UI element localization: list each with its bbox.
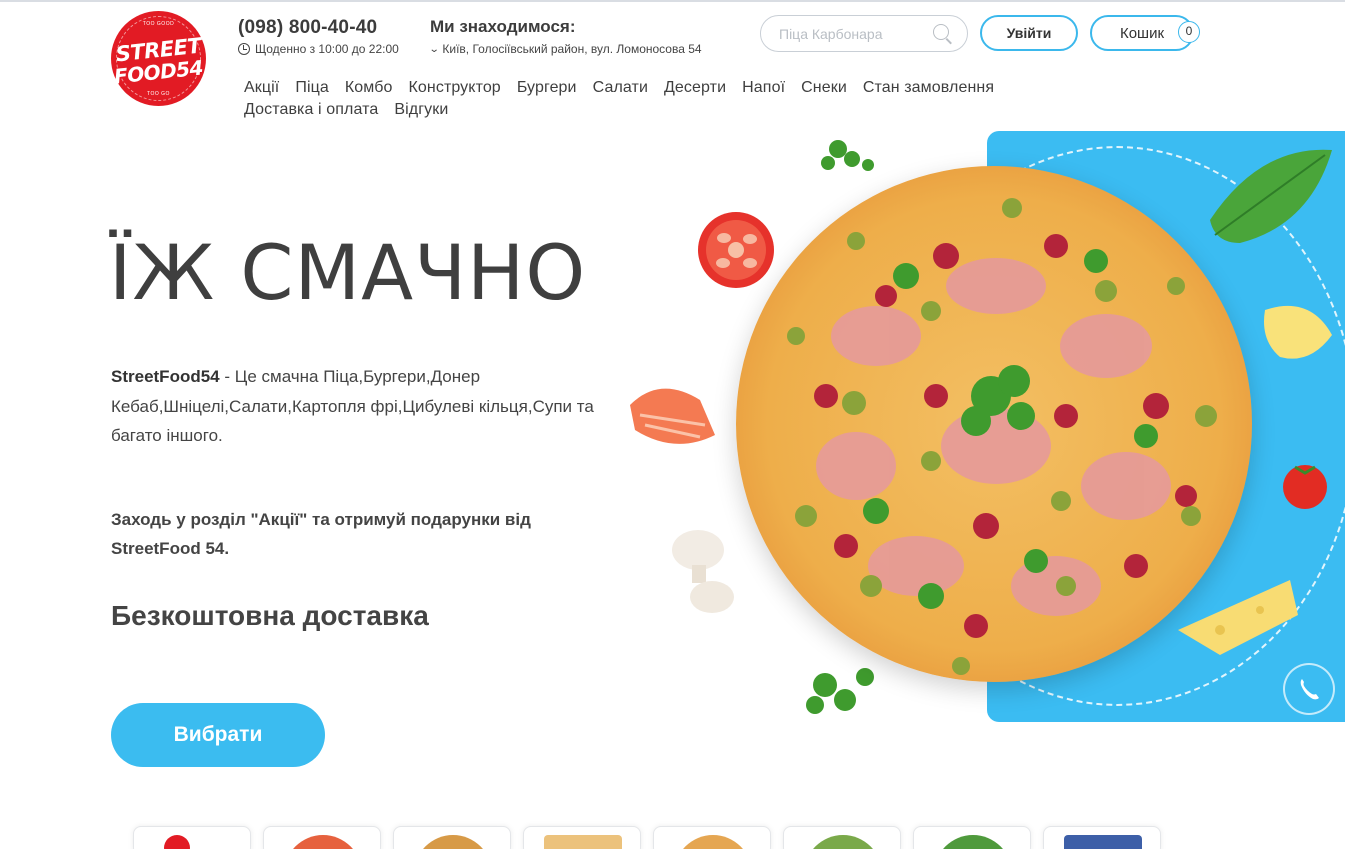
category-thumb: [544, 835, 622, 849]
salmon-image: [630, 388, 715, 444]
brand-logo[interactable]: TOO GOOD STREET FOOD54 TOO GO: [111, 11, 206, 106]
hero-promo-text: Заходь у розділ "Акції" та отримуй подар…: [111, 510, 531, 558]
main-nav: Акції Піца Комбо Конструктор Бургери Сал…: [244, 78, 1144, 119]
location-address[interactable]: ⌄ Київ, Голосіївський район, вул. Ломоно…: [428, 42, 702, 56]
nav-item-combo[interactable]: Комбо: [345, 78, 393, 97]
nav-item-drinks[interactable]: Напої: [742, 78, 785, 97]
category-thumb: [164, 835, 190, 849]
nav-item-delivery-payment[interactable]: Доставка і оплата: [244, 100, 378, 119]
clock-icon: [238, 43, 250, 55]
category-card-drinks[interactable]: [1043, 826, 1161, 849]
search-input[interactable]: [779, 24, 929, 44]
free-delivery-heading: Безкоштовна доставка: [111, 600, 429, 631]
category-thumb: [934, 835, 1012, 849]
category-card-desserts[interactable]: [913, 826, 1031, 849]
nav-item-constructor[interactable]: Конструктор: [408, 78, 500, 97]
category-thumb: [1064, 835, 1142, 849]
working-hours-text: Щоденно з 10:00 до 22:00: [255, 42, 399, 56]
category-card-combo[interactable]: [393, 826, 511, 849]
search-icon[interactable]: [933, 24, 949, 40]
phone-icon: [1300, 679, 1319, 700]
phone-number[interactable]: (098) 800-40-40: [238, 17, 377, 39]
cart-count-badge: 0: [1178, 21, 1200, 43]
mushroom-image: [672, 530, 734, 613]
location-address-text: Київ, Голосіївський район, вул. Ломоносо…: [442, 42, 702, 56]
nav-item-desserts[interactable]: Десерти: [664, 78, 726, 97]
hero-description: StreetFood54 - Це смачна Піца,Бургери,До…: [111, 362, 621, 451]
hero-brand-name: StreetFood54: [111, 367, 220, 386]
category-card-promotions[interactable]: [133, 826, 251, 849]
category-card-constructor[interactable]: [523, 826, 641, 849]
pizza-image: [736, 166, 1252, 682]
choose-button[interactable]: Вибрати: [111, 703, 325, 767]
nav-item-reviews[interactable]: Відгуки: [394, 100, 448, 119]
category-card-burgers[interactable]: [653, 826, 771, 849]
category-card-salads[interactable]: [783, 826, 901, 849]
pizza-toppings: [787, 198, 1217, 675]
category-thumb: [804, 835, 882, 849]
nav-item-order-status[interactable]: Стан замовлення: [863, 78, 994, 97]
nav-item-pizza[interactable]: Піца: [295, 78, 329, 97]
call-button[interactable]: [1283, 663, 1335, 715]
search-box: [760, 15, 968, 52]
category-thumb: [414, 835, 492, 849]
cherry-tomato-image: [1283, 465, 1327, 509]
nav-item-salads[interactable]: Салати: [593, 78, 648, 97]
chevron-down-icon: ⌄: [428, 43, 440, 55]
category-card-pizza[interactable]: [263, 826, 381, 849]
nav-item-promotions[interactable]: Акції: [244, 78, 279, 97]
category-thumb: [674, 835, 752, 849]
login-button[interactable]: Увійти: [980, 15, 1078, 51]
working-hours: Щоденно з 10:00 до 22:00: [238, 42, 399, 56]
hero-image: [620, 125, 1345, 730]
pineapple-image: [1264, 305, 1332, 359]
nav-item-snacks[interactable]: Снеки: [801, 78, 847, 97]
nav-item-burgers[interactable]: Бургери: [517, 78, 577, 97]
category-thumb: [284, 835, 362, 849]
logo-small-bottom: TOO GO: [147, 91, 170, 97]
top-border: [0, 0, 1345, 2]
hero-headline: ЇЖ СМАЧНО: [109, 228, 587, 317]
location-title: Ми знаходимося:: [430, 17, 576, 36]
logo-small-top: TOO GOOD: [142, 21, 175, 27]
